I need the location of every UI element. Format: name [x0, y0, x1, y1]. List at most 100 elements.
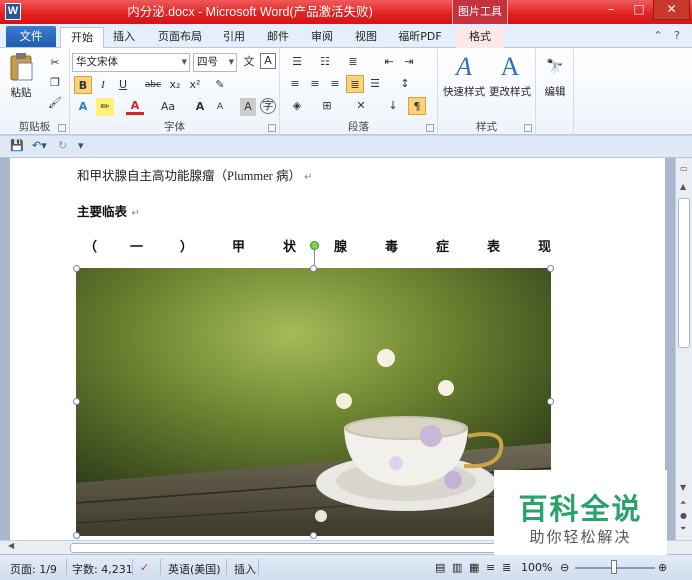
scroll-left-icon[interactable]: ◀: [8, 541, 14, 550]
strikethrough-button[interactable]: abc: [142, 76, 164, 94]
tab-file[interactable]: 文件: [6, 26, 56, 47]
document-text-line[interactable]: 和甲状腺自主高功能腺瘤（Plummer 病） ↵: [77, 165, 312, 184]
font-name-combo[interactable]: 华文宋体 ▼: [72, 53, 190, 72]
close-button[interactable]: ✕: [653, 0, 690, 20]
align-center-icon[interactable]: ≡: [306, 75, 324, 93]
cut-icon[interactable]: ✂: [46, 54, 64, 72]
customize-qat-icon[interactable]: ▾: [78, 139, 84, 152]
next-page-icon[interactable]: ⏷: [680, 524, 686, 534]
chinese-layout-icon[interactable]: ✕: [350, 97, 372, 115]
format-painter-icon[interactable]: 🖌: [46, 94, 64, 112]
resize-handle-e[interactable]: [547, 398, 554, 405]
language-indicator[interactable]: 英语(美国): [168, 561, 221, 577]
distribute-icon[interactable]: ☰: [366, 75, 384, 93]
enclosed-char-icon[interactable]: 字: [260, 98, 276, 114]
word-count[interactable]: 字数: 4,231: [72, 561, 133, 577]
tab-format[interactable]: 格式: [456, 27, 504, 48]
sort-icon[interactable]: ↓: [384, 97, 402, 115]
resize-handle-nw[interactable]: [73, 265, 80, 272]
shading-icon[interactable]: ◈: [286, 97, 308, 115]
styles-launcher[interactable]: [524, 124, 532, 132]
spaced-char: 腺: [334, 240, 348, 255]
vertical-scroll-thumb[interactable]: [678, 198, 690, 348]
rotate-handle[interactable]: [310, 241, 319, 250]
char-border-icon[interactable]: A: [260, 53, 276, 69]
grow-font-button[interactable]: A: [192, 98, 208, 116]
tab-references[interactable]: 引用: [216, 27, 252, 48]
resize-handle-w[interactable]: [73, 398, 80, 405]
increase-indent-icon[interactable]: ⇥: [400, 53, 418, 71]
help-icons[interactable]: ⌃ ?: [653, 29, 684, 42]
selected-image[interactable]: [76, 268, 551, 536]
scroll-up-icon[interactable]: ▲: [680, 182, 686, 191]
tab-view[interactable]: 视图: [348, 27, 384, 48]
tab-insert[interactable]: 插入: [106, 27, 142, 48]
zoom-slider-thumb[interactable]: [611, 560, 617, 574]
scroll-down-icon[interactable]: ▼: [680, 483, 686, 492]
font-size-combo[interactable]: 四号 ▼: [193, 53, 237, 72]
align-right-icon[interactable]: ≡: [326, 75, 344, 93]
redo-icon[interactable]: ↻: [58, 139, 67, 152]
web-layout-view-icon[interactable]: ▦: [469, 561, 479, 574]
superscript-button[interactable]: x²: [186, 76, 204, 94]
editing-button[interactable]: 🔭 编辑: [538, 52, 572, 110]
show-marks-icon[interactable]: ¶: [408, 97, 426, 115]
resize-handle-n[interactable]: [310, 265, 317, 272]
subscript-button[interactable]: x₂: [166, 76, 184, 94]
previous-page-icon[interactable]: ⏶: [680, 498, 686, 508]
zoom-out-icon[interactable]: ⊖: [560, 561, 569, 574]
text-effects-icon[interactable]: A: [74, 98, 92, 116]
paste-button[interactable]: 粘贴: [6, 52, 36, 107]
line-spacing-icon[interactable]: ↕: [394, 75, 416, 93]
clear-format-icon[interactable]: ✎: [210, 76, 230, 94]
shrink-font-button[interactable]: A: [212, 98, 228, 116]
highlight-icon[interactable]: ✏: [96, 98, 114, 116]
borders-icon[interactable]: ⊞: [316, 97, 338, 115]
char-shading-icon[interactable]: A: [240, 98, 256, 116]
zoom-level[interactable]: 100%: [521, 561, 552, 574]
document-heading[interactable]: 主要临表 ↵: [77, 201, 140, 220]
bold-button[interactable]: B: [74, 76, 92, 94]
numbering-icon[interactable]: ☷: [314, 53, 336, 71]
change-case-button[interactable]: Aa: [156, 98, 180, 116]
vertical-scrollbar[interactable]: ▭ ▲ ▼ ⏶ ● ⏷: [675, 158, 692, 540]
zoom-in-icon[interactable]: ⊕: [658, 561, 667, 574]
minimize-button[interactable]: –: [597, 0, 625, 20]
change-styles-button[interactable]: A 更改样式: [488, 52, 532, 110]
tab-page-layout[interactable]: 页面布局: [150, 27, 210, 48]
undo-icon[interactable]: ↶▾: [32, 139, 47, 152]
tab-home[interactable]: 开始: [60, 27, 104, 48]
draft-view-icon[interactable]: ≣: [502, 561, 511, 574]
ruler-toggle-icon[interactable]: ▭: [680, 164, 688, 173]
maximize-button[interactable]: □: [625, 0, 653, 20]
spaced-char: （: [84, 240, 98, 255]
copy-icon[interactable]: ❐: [46, 74, 64, 92]
align-left-icon[interactable]: ≡: [286, 75, 304, 93]
bullets-icon[interactable]: ☰: [286, 53, 308, 71]
tab-foxit-pdf[interactable]: 福昕PDF: [390, 27, 450, 48]
save-icon[interactable]: 💾: [10, 139, 24, 152]
proofing-icon[interactable]: ✓: [140, 561, 149, 574]
insert-mode-indicator[interactable]: 插入: [234, 561, 256, 577]
tab-mailings[interactable]: 邮件: [260, 27, 296, 48]
multilevel-list-icon[interactable]: ≣: [342, 53, 364, 71]
browse-object-icon[interactable]: ●: [680, 511, 687, 520]
underline-button[interactable]: U: [114, 76, 132, 94]
italic-button[interactable]: I: [94, 76, 112, 94]
font-launcher[interactable]: [268, 124, 276, 132]
justify-icon[interactable]: ≣: [346, 75, 364, 93]
resize-handle-sw[interactable]: [73, 532, 80, 539]
clipboard-launcher[interactable]: [58, 124, 66, 132]
tab-review[interactable]: 审阅: [304, 27, 340, 48]
font-color-icon[interactable]: A: [126, 98, 144, 115]
outline-view-icon[interactable]: ≡: [486, 561, 495, 574]
resize-handle-s[interactable]: [310, 532, 317, 539]
page-count[interactable]: 页面: 1/9: [10, 561, 57, 577]
paragraph-launcher[interactable]: [426, 124, 434, 132]
pinyin-guide-icon[interactable]: 文: [240, 53, 258, 71]
resize-handle-ne[interactable]: [547, 265, 554, 272]
quick-styles-button[interactable]: A 快速样式: [442, 52, 486, 110]
decrease-indent-icon[interactable]: ⇤: [380, 53, 398, 71]
print-layout-view-icon[interactable]: ▤: [435, 561, 445, 574]
full-screen-view-icon[interactable]: ▥: [452, 561, 462, 574]
